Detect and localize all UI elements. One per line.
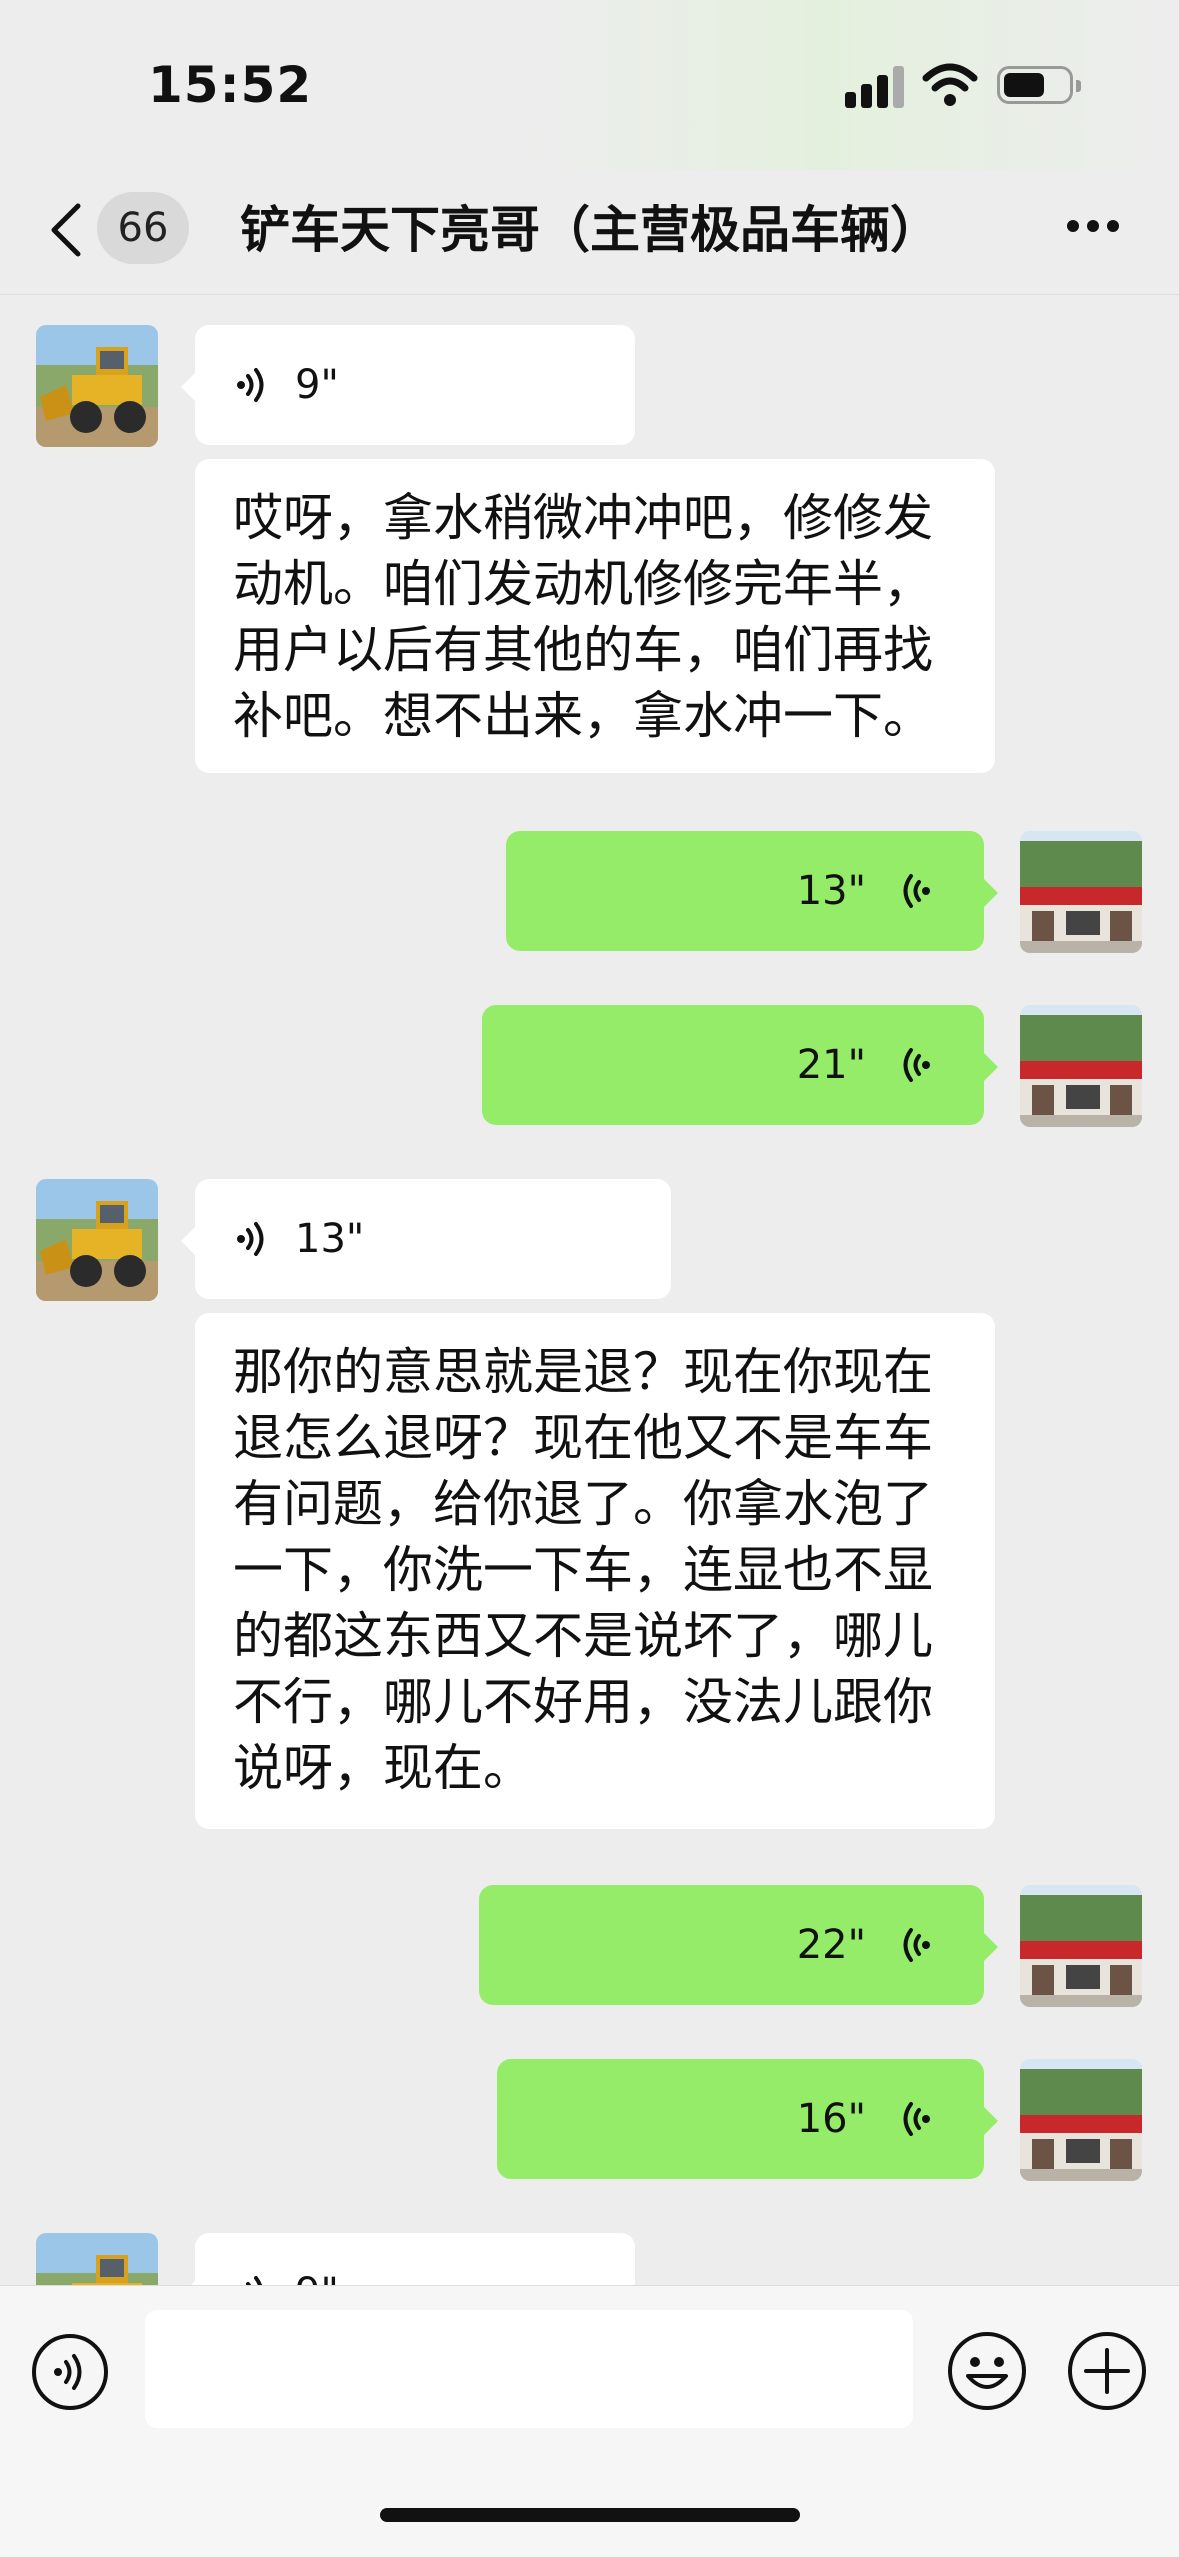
voice-transcript: 哎呀，拿水稍微冲冲吧，修修发动机。咱们发动机修修完年半，用户以后有其他的车，咱们… (195, 459, 995, 773)
voice-wave-icon (894, 871, 934, 911)
voice-duration: 13" (295, 1216, 365, 1262)
voice-message[interactable]: 9" (181, 325, 635, 445)
message-list[interactable]: 9" 哎呀，拿水稍微冲冲吧，修修发动机。咱们发动机修修完年半，用户以后有其他的车… (0, 295, 1179, 2285)
voice-duration: 9" (295, 2233, 339, 2285)
voice-duration: 9" (295, 362, 339, 408)
voice-duration: 16" (796, 2096, 866, 2142)
voice-wave-icon (233, 365, 273, 405)
voice-duration: 21" (796, 1042, 866, 1088)
chat-header: 66 铲车天下亮哥（主营极品车辆） (0, 170, 1179, 295)
more-icon[interactable] (1063, 216, 1123, 240)
my-avatar[interactable] (1020, 2059, 1142, 2181)
my-avatar[interactable] (1020, 831, 1142, 953)
voice-transcript: 那你的意思就是退？现在你现在退怎么退呀？现在他又不是车车有问题，给你退了。你拿水… (195, 1313, 995, 1829)
voice-message[interactable]: 22" (479, 1885, 998, 2005)
contact-avatar[interactable] (36, 2233, 158, 2285)
voice-wave-icon (233, 2273, 273, 2285)
back-icon[interactable] (46, 202, 86, 258)
contact-avatar[interactable] (36, 1179, 158, 1301)
my-avatar[interactable] (1020, 1885, 1142, 2007)
voice-message[interactable]: 13" (506, 831, 998, 951)
voice-toggle-icon[interactable] (30, 2332, 110, 2412)
voice-message[interactable]: 9" (181, 2233, 635, 2285)
home-indicator (380, 2508, 800, 2522)
voice-message[interactable]: 21" (482, 1005, 998, 1125)
status-bar: 15:52 (0, 0, 1179, 170)
emoji-icon[interactable] (946, 2330, 1028, 2412)
status-time: 15:52 (148, 56, 313, 114)
my-avatar[interactable] (1020, 1005, 1142, 1127)
voice-wave-icon (233, 1219, 273, 1259)
contact-avatar[interactable] (36, 325, 158, 447)
battery-icon (997, 66, 1081, 104)
voice-message[interactable]: 13" (181, 1179, 671, 1299)
voice-message[interactable]: 16" (497, 2059, 998, 2179)
voice-duration: 13" (796, 868, 866, 914)
voice-wave-icon (894, 1925, 934, 1965)
signal-icon (845, 66, 905, 108)
message-input[interactable] (145, 2310, 913, 2428)
plus-icon[interactable] (1066, 2330, 1148, 2412)
unread-count-badge[interactable]: 66 (97, 192, 189, 264)
chat-title: 铲车天下亮哥（主营极品车辆） (240, 201, 940, 259)
voice-duration: 22" (796, 1922, 866, 1968)
voice-wave-icon (894, 1045, 934, 1085)
wifi-icon (922, 63, 978, 106)
voice-wave-icon (894, 2099, 934, 2139)
